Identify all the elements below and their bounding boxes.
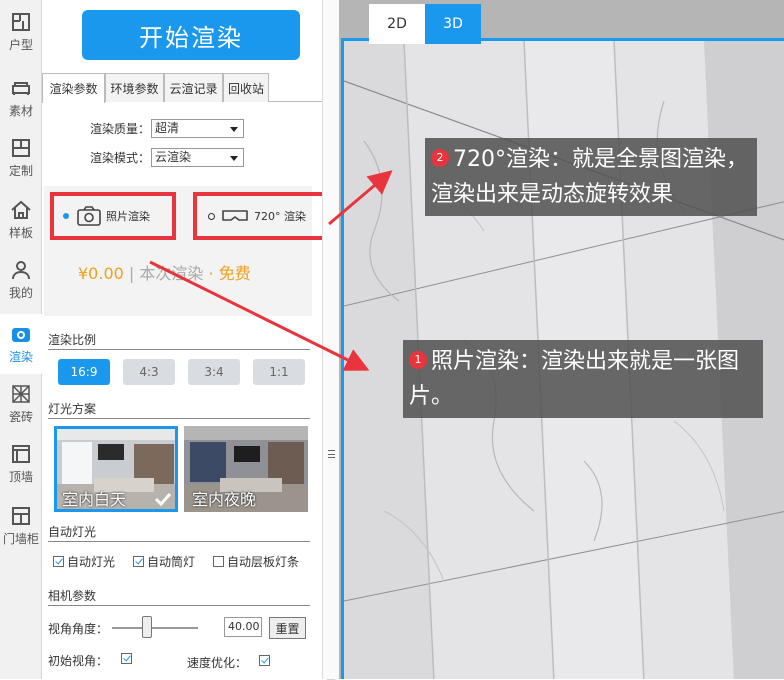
- auto-light-checkbox[interactable]: 自动灯光: [53, 553, 115, 570]
- light-option-label: 室内夜晚: [192, 490, 257, 509]
- floorplan-icon: [12, 13, 30, 31]
- ratio-1-1-button[interactable]: 1:1: [253, 359, 305, 385]
- sidebar-item-label: 渲染: [8, 350, 33, 364]
- sidebar-item-label: 素材: [8, 104, 33, 118]
- tab-render-params[interactable]: 渲染参数: [42, 73, 105, 103]
- price-free: 免费: [218, 264, 251, 283]
- fov-slider-track[interactable]: [112, 627, 198, 629]
- quality-select[interactable]: 超清: [151, 119, 244, 138]
- view-mode-tabs: 2D 3D: [369, 4, 481, 44]
- house-icon: [11, 200, 31, 219]
- checkbox-label: 自动层板灯条: [227, 555, 300, 569]
- annotation-720-render: 2 720°渲染：就是全景图渲染，渲染出来是动态旋转效果: [425, 138, 757, 216]
- ratio-section-title: 渲染比例: [48, 333, 97, 347]
- sidebar-item-material[interactable]: 素材: [0, 68, 42, 128]
- panel-tabs: 渲染参数 环境参数 云渲记录 回收站: [42, 73, 322, 103]
- quality-value: 超清: [155, 121, 180, 135]
- speed-checkbox[interactable]: [259, 655, 270, 666]
- init-view-label: 初始视角：: [48, 654, 109, 668]
- section-divider: [48, 349, 310, 350]
- mode-value: 云渲染: [155, 150, 192, 164]
- price-value: ¥0.00: [78, 264, 124, 283]
- checkbox-label: 自动筒灯: [147, 555, 196, 569]
- price-dot: ·: [208, 264, 214, 283]
- tab-cloud-render-records[interactable]: 云渲记录: [164, 73, 223, 102]
- user-icon: [12, 261, 30, 280]
- fov-input[interactable]: 40.00: [224, 617, 262, 637]
- section-divider: [48, 605, 310, 606]
- annotation-text: 照片渲染：渲染出来就是一张图片。: [409, 349, 740, 409]
- ceiling-icon: [12, 445, 30, 463]
- section-divider: [48, 541, 310, 542]
- tab-recycle-bin[interactable]: 回收站: [223, 73, 269, 102]
- price-line: ¥0.00 | 本次渲染 · 免费: [78, 260, 251, 284]
- auto-light-section-title: 自动灯光: [48, 525, 97, 539]
- sidebar-item-tile[interactable]: 瓷砖: [0, 374, 42, 434]
- sidebar-item-ceiling-wall[interactable]: 顶墙: [0, 434, 42, 494]
- price-description: 本次渲染: [139, 264, 204, 283]
- sidebar-item-render[interactable]: 渲染: [0, 314, 42, 374]
- fov-label: 视角角度：: [48, 622, 109, 636]
- sidebar-item-mine[interactable]: 我的: [0, 250, 42, 310]
- annotation-badge: 2: [431, 149, 449, 167]
- checkmark-icon: [154, 492, 172, 506]
- icon-sidebar: 户型 素材 定制 样板 我的 渲染 瓷砖 顶墙 门墙柜: [0, 0, 42, 679]
- auto-downlight-checkbox[interactable]: 自动筒灯: [133, 553, 195, 570]
- light-option-label: 室内白天: [62, 490, 127, 509]
- reset-button[interactable]: 重置: [269, 617, 306, 639]
- sidebar-item-template[interactable]: 样板: [0, 190, 42, 250]
- sidebar-item-label: 户型: [8, 38, 33, 52]
- tab-3d[interactable]: 3D: [425, 4, 481, 44]
- camera-section-title: 相机参数: [48, 589, 97, 603]
- cabinet-icon: [12, 139, 30, 157]
- sidebar-item-label: 我的: [8, 286, 33, 300]
- sidebar-item-floorplan[interactable]: 户型: [0, 2, 42, 62]
- render-params-body: 渲染质量： 超清 渲染模式： 云渲染 照片渲染 720° 渲染 ¥0.00 | …: [42, 102, 323, 679]
- checkbox-icon: [133, 556, 144, 567]
- panel-divider[interactable]: [322, 0, 340, 679]
- chevron-down-icon: [230, 127, 238, 132]
- door-cabinet-icon: [12, 507, 30, 525]
- light-section-title: 灯光方案: [48, 402, 97, 416]
- tab-2d[interactable]: 2D: [369, 4, 425, 44]
- auto-shelf-light-checkbox[interactable]: 自动层板灯条: [213, 553, 299, 570]
- init-view-checkbox[interactable]: [121, 653, 132, 664]
- light-option-day[interactable]: 室内白天: [54, 426, 178, 512]
- sidebar-item-label: 门墙柜: [2, 532, 39, 546]
- light-option-night[interactable]: 室内夜晚: [184, 426, 308, 512]
- mode-select[interactable]: 云渲染: [151, 148, 244, 167]
- sidebar-item-label: 样板: [8, 226, 33, 240]
- section-divider: [48, 418, 310, 419]
- price-separator: |: [128, 264, 135, 283]
- checkbox-label: 自动灯光: [67, 555, 116, 569]
- chevron-down-icon: [230, 156, 238, 161]
- sidebar-item-label: 顶墙: [8, 470, 33, 484]
- sidebar-item-custom[interactable]: 定制: [0, 128, 42, 188]
- annotation-badge: 1: [409, 351, 427, 369]
- ratio-3-4-button[interactable]: 3:4: [188, 359, 240, 385]
- photo-render-highlight: [50, 192, 176, 240]
- sidebar-item-door-cabinet[interactable]: 门墙柜: [0, 496, 42, 556]
- tile-icon: [12, 385, 30, 403]
- drag-grip-icon[interactable]: [328, 450, 335, 458]
- annotation-photo-render: 1 照片渲染：渲染出来就是一张图片。: [403, 340, 763, 418]
- sidebar-item-label: 定制: [8, 164, 33, 178]
- ratio-4-3-button[interactable]: 4:3: [123, 359, 175, 385]
- render-panel: 开始渲染 渲染参数 环境参数 云渲记录 回收站 渲染质量： 超清 渲染模式： 云…: [42, 0, 339, 680]
- mode-label: 渲染模式：: [90, 151, 151, 165]
- sidebar-item-label: 瓷砖: [8, 410, 33, 424]
- camera-icon: [12, 328, 30, 342]
- checkbox-icon: [53, 556, 64, 567]
- quality-label: 渲染质量：: [90, 122, 151, 136]
- pano-render-highlight: [193, 192, 323, 240]
- checkbox-icon: [213, 556, 224, 567]
- tab-environment-params[interactable]: 环境参数: [105, 73, 164, 102]
- speed-label: 速度优化：: [187, 656, 248, 670]
- sofa-icon: [12, 82, 30, 95]
- start-render-button[interactable]: 开始渲染: [82, 10, 300, 60]
- ratio-16-9-button[interactable]: 16:9: [58, 359, 110, 385]
- annotation-text: 720°渲染：就是全景图渲染，渲染出来是动态旋转效果: [431, 147, 748, 207]
- fov-slider-handle[interactable]: [142, 616, 152, 638]
